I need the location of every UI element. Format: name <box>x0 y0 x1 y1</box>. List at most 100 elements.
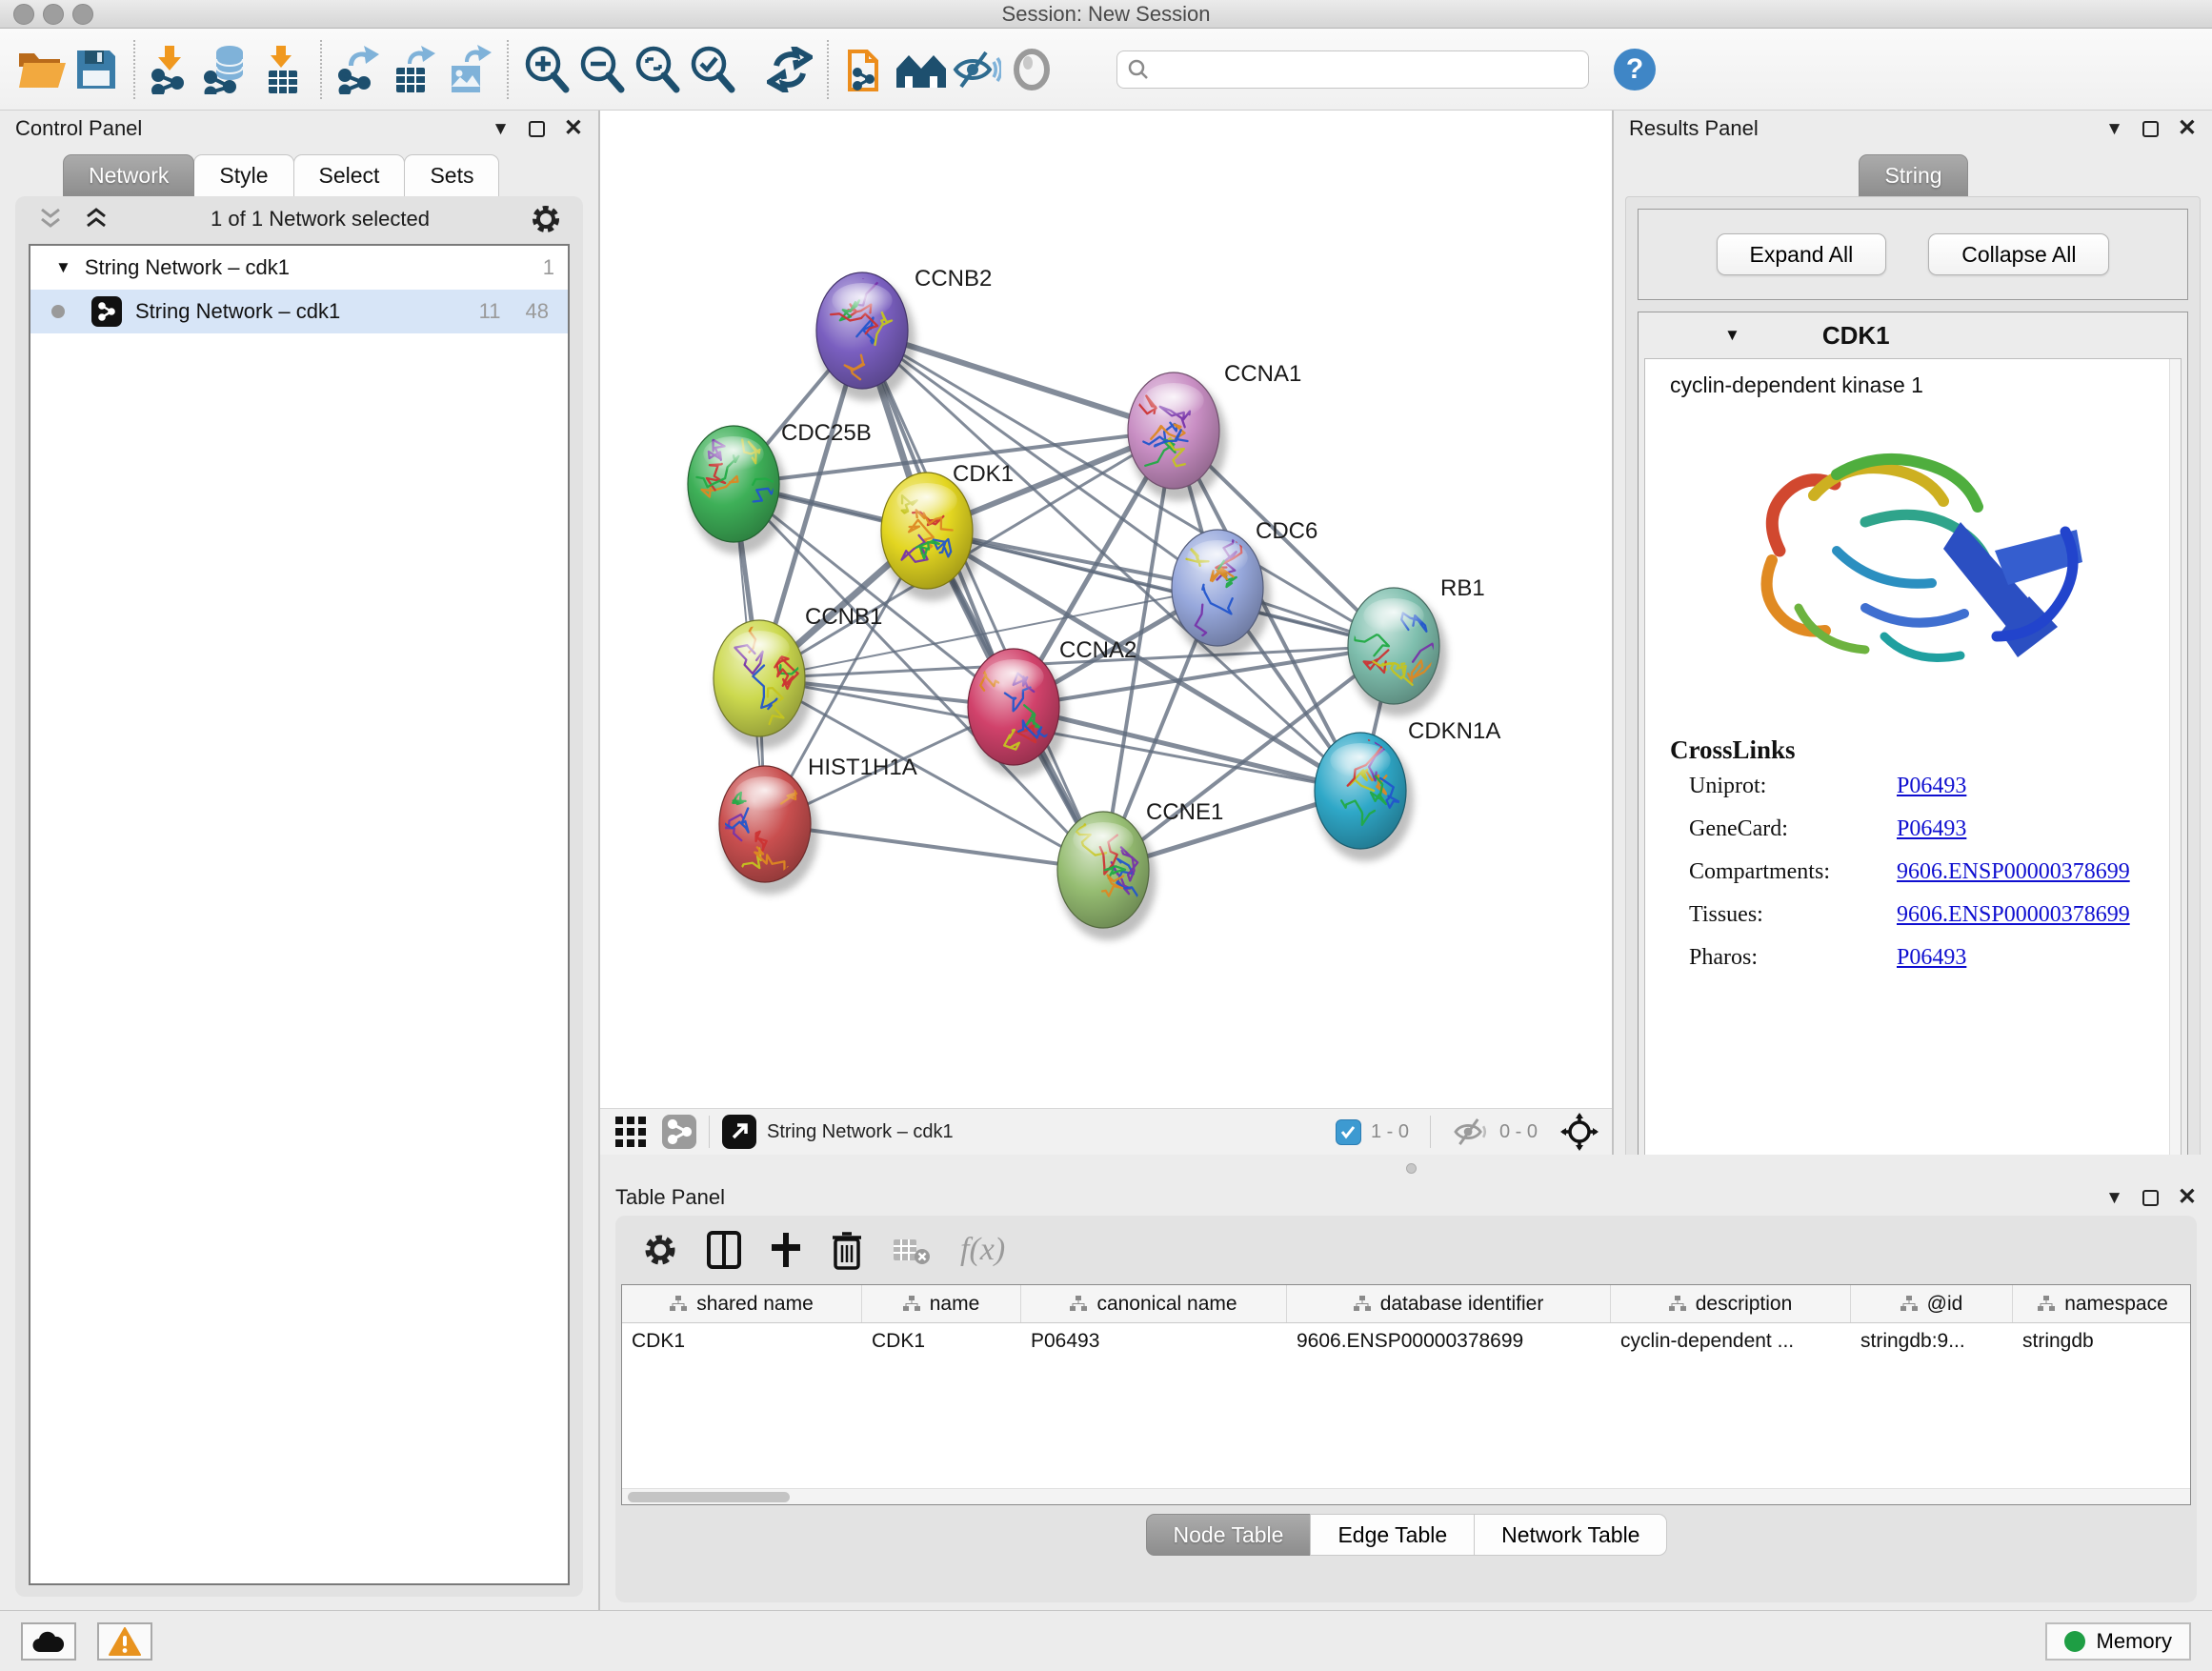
import-table-file-button[interactable] <box>255 39 311 100</box>
table-panel-close-icon[interactable]: ✕ <box>2178 1186 2197 1209</box>
delete-column-icon[interactable] <box>831 1230 863 1270</box>
table-panel-menu-icon[interactable]: ▼ <box>2105 1189 2123 1207</box>
network-edge-CCNB2-CCNE1[interactable] <box>862 331 1103 870</box>
network-node-CCNA2[interactable] <box>968 649 1067 777</box>
table-cell[interactable]: stringdb <box>2013 1323 2191 1359</box>
delete-table-icon[interactable] <box>892 1234 932 1266</box>
network-node-CCNB2[interactable] <box>816 264 915 401</box>
table-cell[interactable]: 9606.ENSP00000378699 <box>1287 1323 1611 1359</box>
control-panel-float-icon[interactable] <box>529 121 545 137</box>
memory-button[interactable]: Memory <box>2045 1622 2191 1661</box>
help-button[interactable]: ? <box>1614 49 1656 91</box>
table-cell[interactable]: CDK1 <box>862 1323 1021 1359</box>
table-options-gear-icon[interactable] <box>642 1232 678 1268</box>
horizontal-splitter[interactable] <box>600 1155 2212 1181</box>
network-node-HIST1H1A[interactable] <box>719 766 818 895</box>
network-row-selected[interactable]: String Network – cdk1 11 48 <box>30 290 568 333</box>
control-panel-menu-icon[interactable]: ▼ <box>492 120 510 138</box>
tab-style[interactable]: Style <box>193 154 293 196</box>
cloud-status-button[interactable] <box>21 1622 76 1661</box>
column-header-sharedname[interactable]: shared name <box>622 1285 862 1322</box>
tab-network-table[interactable]: Network Table <box>1474 1514 1667 1556</box>
tab-node-table[interactable]: Node Table <box>1146 1514 1312 1556</box>
export-table-button[interactable] <box>387 39 442 100</box>
crosslink-link[interactable]: P06493 <box>1897 774 1966 799</box>
table-row[interactable]: CDK1CDK1P064939606.ENSP00000378699cyclin… <box>622 1323 2190 1359</box>
zoom-selected-button[interactable] <box>684 39 739 100</box>
network-collection-row[interactable]: ▼ String Network – cdk1 1 <box>30 246 568 290</box>
table-cell[interactable]: CDK1 <box>622 1323 862 1359</box>
refresh-button[interactable] <box>762 39 817 100</box>
column-header-id[interactable]: @id <box>1851 1285 2013 1322</box>
zoom-fit-button[interactable] <box>629 39 684 100</box>
birds-eye-view-icon[interactable] <box>1560 1113 1599 1151</box>
crosslink-link[interactable]: P06493 <box>1897 945 1966 971</box>
show-columns-icon[interactable] <box>707 1231 741 1269</box>
network-canvas[interactable]: CCNB2CCNA1CDC25BCDK1CDC6RB1CCNB1CCNA2CDK… <box>600 111 1612 1108</box>
column-header-databaseidentifier[interactable]: database identifier <box>1287 1285 1611 1322</box>
import-network-database-button[interactable] <box>200 39 255 100</box>
warnings-button[interactable] <box>97 1622 152 1661</box>
open-session-button[interactable] <box>13 39 69 100</box>
crosslink-link[interactable]: P06493 <box>1897 816 1966 842</box>
selected-count: 1 - 0 <box>1371 1121 1409 1143</box>
network-node-CCNE1[interactable] <box>1057 812 1156 940</box>
results-panel-close-icon[interactable]: ✕ <box>2178 117 2197 140</box>
tab-edge-table[interactable]: Edge Table <box>1310 1514 1475 1556</box>
search-input[interactable] <box>1157 58 1579 80</box>
import-string-network-button[interactable] <box>838 39 894 100</box>
results-panel-menu-icon[interactable]: ▼ <box>2105 120 2123 138</box>
maximize-window-button[interactable] <box>72 4 93 25</box>
collapse-all-icon[interactable] <box>36 207 65 232</box>
tab-network[interactable]: Network <box>63 154 194 196</box>
column-header-namespace[interactable]: namespace <box>2013 1285 2191 1322</box>
network-share-view-icon[interactable] <box>661 1114 697 1150</box>
tab-string[interactable]: String <box>1859 154 1967 196</box>
network-node-CDKN1A[interactable] <box>1315 733 1414 861</box>
results-vertical-scrollbar[interactable] <box>2169 359 2181 1171</box>
lens-button[interactable] <box>1004 39 1059 100</box>
table-cell[interactable]: stringdb:9... <box>1851 1323 2013 1359</box>
import-network-file-button[interactable] <box>145 39 200 100</box>
column-header-description[interactable]: description <box>1611 1285 1851 1322</box>
column-header-canonicalname[interactable]: canonical name <box>1021 1285 1287 1322</box>
add-column-icon[interactable] <box>770 1231 802 1269</box>
function-builder-button[interactable]: f(x) <box>960 1232 1005 1268</box>
network-options-gear-icon[interactable] <box>530 203 562 235</box>
network-node-CDC6[interactable] <box>1172 530 1271 658</box>
table-cell[interactable]: cyclin-dependent ... <box>1611 1323 1851 1359</box>
network-node-CDK1[interactable] <box>881 473 980 601</box>
open-in-new-window-icon[interactable] <box>721 1114 757 1150</box>
table-panel-float-icon[interactable] <box>2142 1190 2159 1206</box>
crosslink-link[interactable]: 9606.ENSP00000378699 <box>1897 859 2130 885</box>
tab-sets[interactable]: Sets <box>404 154 499 196</box>
network-node-RB1[interactable] <box>1348 588 1448 716</box>
close-window-button[interactable] <box>13 4 34 25</box>
export-network-button[interactable] <box>332 39 387 100</box>
control-panel-close-icon[interactable]: ✕ <box>564 117 583 140</box>
splitter-knob[interactable] <box>1406 1163 1417 1174</box>
hide-panels-button[interactable] <box>949 39 1004 100</box>
collection-expand-icon[interactable]: ▼ <box>55 258 71 277</box>
crosslink-row: GeneCard:P06493 <box>1645 808 2181 851</box>
tab-select[interactable]: Select <box>293 154 406 196</box>
network-node-CDC25B[interactable] <box>688 426 789 554</box>
zoom-out-button[interactable] <box>573 39 629 100</box>
table-horizontal-scrollbar[interactable] <box>622 1488 2190 1504</box>
expand-all-icon[interactable] <box>82 207 111 232</box>
gene-accordion-header[interactable]: ▼ CDK1 <box>1639 312 2187 358</box>
column-header-name[interactable]: name <box>862 1285 1021 1322</box>
grid-view-icon[interactable] <box>613 1115 648 1149</box>
zoom-in-button[interactable] <box>518 39 573 100</box>
home-button[interactable] <box>894 39 949 100</box>
collapse-all-button[interactable]: Collapse All <box>1928 233 2109 275</box>
selected-nodes-checkbox[interactable] <box>1336 1119 1361 1145</box>
export-image-button[interactable] <box>442 39 497 100</box>
crosslink-link[interactable]: 9606.ENSP00000378699 <box>1897 902 2130 928</box>
results-panel-float-icon[interactable] <box>2142 121 2159 137</box>
expand-all-button[interactable]: Expand All <box>1717 233 1887 275</box>
save-session-button[interactable] <box>69 39 124 100</box>
minimize-window-button[interactable] <box>43 4 64 25</box>
table-cell[interactable]: P06493 <box>1021 1323 1287 1359</box>
gene-expand-icon[interactable]: ▼ <box>1724 326 1740 345</box>
